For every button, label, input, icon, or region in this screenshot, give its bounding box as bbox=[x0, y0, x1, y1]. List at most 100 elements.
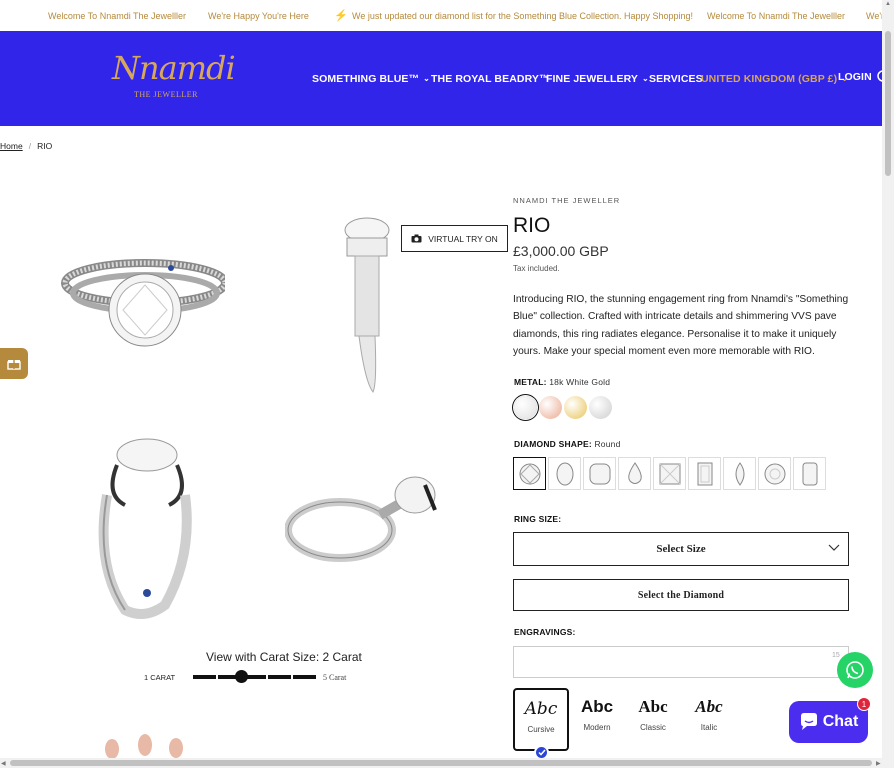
shape-heart[interactable] bbox=[758, 457, 791, 490]
rewards-tab[interactable] bbox=[0, 348, 28, 379]
nav-label: SOMETHING BLUE™ bbox=[312, 73, 420, 85]
font-sample: Abc bbox=[524, 699, 558, 719]
horizontal-scrollbar[interactable]: ◀ ▶ bbox=[0, 758, 894, 768]
announcement-item: We just updated our diamond list for the… bbox=[352, 11, 694, 21]
chevron-down-icon: ⌄ bbox=[423, 74, 430, 83]
chat-label: Chat bbox=[822, 713, 859, 730]
shape-pear[interactable] bbox=[618, 457, 651, 490]
announcement-item: Welcome To Nnamdi The Jewelller bbox=[48, 11, 187, 21]
shape-radiant[interactable] bbox=[793, 457, 826, 490]
shape-round[interactable] bbox=[513, 457, 546, 490]
font-name: Italic bbox=[700, 723, 718, 732]
shape-cushion[interactable] bbox=[583, 457, 616, 490]
metal-swatch-yellow-gold[interactable] bbox=[564, 396, 587, 419]
metal-swatch-platinum[interactable] bbox=[589, 396, 612, 419]
scrollbar-thumb[interactable] bbox=[885, 31, 891, 176]
metal-value: 18k White Gold bbox=[549, 377, 611, 387]
shape-marquise[interactable] bbox=[723, 457, 756, 490]
product-price: £3,000.00 GBP bbox=[513, 243, 609, 259]
announcement-item: Welcome To Nnamdi The Jewelller bbox=[707, 11, 846, 21]
lightning-icon: ⚡ bbox=[334, 10, 348, 22]
radiant-diamond-icon bbox=[802, 462, 817, 485]
brand-logo[interactable]: Nnamdi THE JEWELLER bbox=[112, 49, 236, 105]
page: Welcome To Nnamdi The Jewelller We're Ha… bbox=[0, 0, 894, 768]
engraving-input[interactable] bbox=[513, 646, 849, 678]
nav-something-blue[interactable]: SOMETHING BLUE™ ⌄ bbox=[312, 73, 430, 87]
chat-notification-badge: 1 bbox=[857, 697, 871, 711]
font-option-italic[interactable]: Abc Italic bbox=[681, 688, 737, 751]
chevron-down-icon: ⌄ bbox=[642, 74, 649, 83]
metal-swatch-white-gold[interactable] bbox=[514, 396, 537, 419]
ring-size-select[interactable]: Select Size bbox=[513, 532, 849, 566]
hand-thumbnail[interactable] bbox=[100, 733, 190, 758]
metal-label-text: METAL: bbox=[514, 377, 547, 387]
carat-slider-handle[interactable] bbox=[235, 670, 248, 683]
font-option-cursive[interactable]: Abc Cursive bbox=[513, 688, 569, 751]
nav-label: SERVICES bbox=[649, 73, 703, 85]
tax-note: Tax included. bbox=[513, 264, 560, 273]
breadcrumb-home[interactable]: Home bbox=[0, 141, 23, 151]
shape-label-text: DIAMOND SHAPE: bbox=[514, 439, 592, 449]
nav-label: FINE JEWELLERY bbox=[546, 73, 639, 85]
gift-icon bbox=[7, 359, 21, 370]
product-image-side[interactable] bbox=[325, 212, 405, 397]
login-link[interactable]: LOGIN bbox=[838, 71, 872, 85]
scroll-up-icon[interactable]: ▲ bbox=[885, 1, 891, 7]
diamond-shape-label: DIAMOND SHAPE: Round bbox=[514, 439, 621, 449]
heart-diamond-icon bbox=[764, 463, 785, 484]
virtual-try-on-button[interactable]: VIRTUAL TRY ON bbox=[401, 225, 508, 252]
nav-fine-jewellery[interactable]: FINE JEWELLERY ⌄ bbox=[546, 73, 649, 87]
emerald-diamond-icon bbox=[697, 462, 712, 485]
round-diamond-icon bbox=[519, 463, 540, 484]
carat-segment[interactable] bbox=[268, 675, 291, 679]
carat-min-label: 1 CARAT bbox=[144, 673, 176, 682]
scroll-right-icon[interactable]: ▶ bbox=[876, 760, 881, 767]
chat-button[interactable]: Chat bbox=[789, 701, 868, 743]
select-diamond-button[interactable]: Select the Diamond bbox=[513, 579, 849, 611]
login-label: LOGIN bbox=[838, 71, 872, 83]
shape-oval[interactable] bbox=[548, 457, 581, 490]
camera-icon bbox=[411, 234, 422, 243]
carat-max-label: 5 Carat bbox=[323, 673, 347, 682]
shape-princess[interactable] bbox=[653, 457, 686, 490]
shape-emerald[interactable] bbox=[688, 457, 721, 490]
metal-label: METAL: 18k White Gold bbox=[514, 377, 610, 387]
font-option-modern[interactable]: Abc Modern bbox=[569, 688, 625, 751]
shape-value: Round bbox=[594, 439, 621, 449]
breadcrumb-current: RIO bbox=[37, 141, 53, 151]
logo-subtitle: THE JEWELLER bbox=[134, 90, 198, 99]
pear-diamond-icon bbox=[627, 461, 642, 484]
product-image-laying[interactable] bbox=[285, 470, 440, 570]
nav-royal-beadry[interactable]: THE ROYAL BEADRY™ bbox=[431, 73, 550, 87]
currency-label: UNITED KINGDOM (GBP £) bbox=[701, 73, 838, 85]
scroll-left-icon[interactable]: ◀ bbox=[1, 760, 6, 767]
site-header: Nnamdi THE JEWELLER SOMETHING BLUE™ ⌄ THE… bbox=[0, 31, 889, 126]
whatsapp-icon bbox=[846, 661, 864, 679]
scrollbar-thumb[interactable] bbox=[10, 760, 872, 766]
product-image-front[interactable] bbox=[55, 245, 225, 370]
nav-services[interactable]: SERVICES bbox=[649, 73, 703, 87]
whatsapp-button[interactable] bbox=[837, 652, 873, 688]
nav-label: THE ROYAL BEADRY™ bbox=[431, 73, 550, 85]
carat-size-title: View with Carat Size: 2 Carat bbox=[206, 650, 362, 664]
announcement-bar: Welcome To Nnamdi The Jewelller We're Ha… bbox=[0, 0, 894, 31]
chat-icon bbox=[800, 713, 817, 730]
oval-diamond-icon bbox=[556, 462, 573, 485]
carat-segment[interactable] bbox=[193, 675, 216, 679]
product-brand: NNAMDI THE JEWELLER bbox=[513, 196, 621, 205]
carat-segment[interactable] bbox=[293, 675, 316, 679]
engravings-label: ENGRAVINGS: bbox=[514, 627, 576, 637]
select-diamond-label: Select the Diamond bbox=[637, 589, 725, 601]
font-option-classic[interactable]: Abc Classic bbox=[625, 688, 681, 751]
carat-slider[interactable] bbox=[193, 675, 316, 679]
breadcrumb-separator: / bbox=[28, 141, 32, 151]
metal-swatch-rose-gold[interactable] bbox=[539, 396, 562, 419]
product-description: Introducing RIO, the stunning engagement… bbox=[513, 294, 849, 357]
marquise-diamond-icon bbox=[735, 461, 744, 486]
logo-script: Nnamdi bbox=[112, 49, 236, 87]
product-image-angle[interactable] bbox=[95, 435, 195, 620]
announcement-item: We're Happy You're Here bbox=[208, 11, 309, 21]
font-sample: Abc bbox=[695, 697, 723, 716]
currency-selector[interactable]: UNITED KINGDOM (GBP £) ⌄ bbox=[701, 73, 848, 87]
vertical-scrollbar[interactable]: ▲ bbox=[882, 0, 894, 758]
